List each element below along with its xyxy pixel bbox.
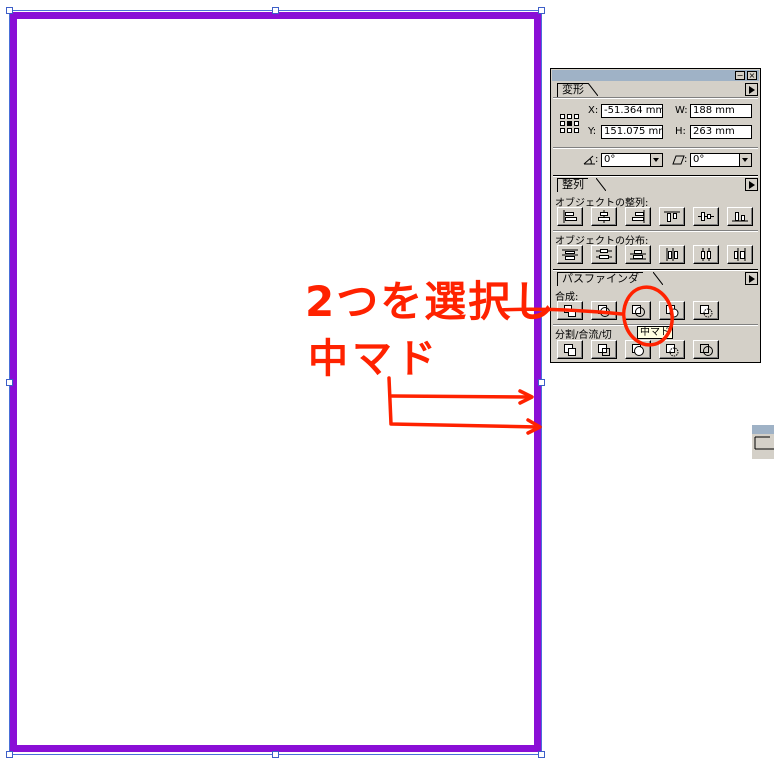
w-input[interactable]: 188 mm (690, 104, 752, 118)
palette-panel: − × 変形 X: -51.364 mm W: 188 mm Y: 151.07… (550, 68, 761, 363)
align-top-button[interactable] (659, 207, 685, 226)
reference-point-icon[interactable] (560, 114, 579, 133)
align-left-button[interactable] (557, 207, 583, 226)
pathfinder-menu-button[interactable] (745, 272, 758, 285)
exclude-button[interactable] (659, 301, 685, 320)
tab-align-label: 整列 (562, 178, 584, 191)
x-label: X: (588, 105, 599, 116)
y-input[interactable]: 151.075 mm (601, 125, 663, 139)
collapsed-panel-edge[interactable] (752, 425, 774, 459)
distribute-left-button[interactable] (659, 245, 685, 264)
resize-handle-top-right[interactable] (538, 7, 545, 14)
minus-back-icon (700, 305, 713, 318)
distribute-right-icon (734, 248, 746, 261)
align-menu-button[interactable] (745, 178, 758, 191)
align-vertical-center-icon (698, 212, 714, 221)
handwritten-instruction-line2: 中マド (308, 336, 440, 382)
rotate-select[interactable]: 0° (601, 153, 663, 167)
distribute-left-icon (666, 248, 678, 261)
minus-back-button[interactable] (693, 301, 719, 320)
chevron-down-icon[interactable] (650, 154, 662, 166)
h-label: H: (675, 126, 686, 137)
tab-edge-icon (588, 83, 598, 96)
distribute-bottom-icon (630, 250, 646, 260)
shear-value: 0° (693, 154, 705, 165)
distribute-horizontal-center-icon (701, 248, 711, 261)
resize-handle-bottom-center[interactable] (272, 751, 279, 758)
align-top-icon (664, 211, 680, 222)
divide-button[interactable] (557, 340, 583, 359)
distribute-bottom-button[interactable] (625, 245, 651, 264)
align-right-icon (632, 210, 645, 223)
merge-button[interactable] (625, 340, 651, 359)
crop-button[interactable] (659, 340, 685, 359)
align-right-button[interactable] (625, 207, 651, 226)
panel-titlebar[interactable]: − × (552, 70, 759, 81)
resize-handle-top-left[interactable] (6, 7, 13, 14)
minimize-button[interactable]: − (735, 71, 745, 80)
divide-merge-label: 分割/合流/切 (555, 330, 612, 341)
x-input[interactable]: -51.364 mm (601, 104, 663, 118)
resize-handle-middle-left[interactable] (6, 379, 13, 386)
intersect-button[interactable] (625, 301, 651, 320)
align-left-icon (563, 210, 577, 223)
resize-handle-top-center[interactable] (272, 7, 279, 14)
align-vertical-center-button[interactable] (693, 207, 719, 226)
unite-icon (564, 305, 576, 317)
tab-pathfinder[interactable]: パスファインダ (557, 272, 643, 286)
distribute-vertical-center-button[interactable] (591, 245, 617, 264)
distribute-right-button[interactable] (727, 245, 753, 264)
distribute-top-button[interactable] (557, 245, 583, 264)
align-horizontal-center-icon (598, 210, 610, 223)
trim-button[interactable] (591, 340, 617, 359)
resize-handle-bottom-left[interactable] (6, 751, 13, 758)
minus-front-button[interactable] (591, 301, 617, 320)
intersect-icon (632, 305, 645, 317)
crop-icon (666, 344, 679, 357)
chevron-down-icon[interactable] (739, 154, 751, 166)
distribute-vertical-center-icon (596, 249, 612, 259)
distribute-horizontal-center-button[interactable] (693, 245, 719, 264)
w-label: W: (675, 105, 688, 116)
close-button[interactable]: × (747, 71, 757, 80)
y-label: Y: (588, 126, 597, 137)
distribute-top-icon (562, 249, 578, 260)
tab-transform-label: 変形 (562, 83, 584, 96)
unite-button[interactable] (557, 301, 583, 320)
exclude-icon (666, 305, 679, 318)
shear-select[interactable]: 0° (690, 153, 752, 167)
merge-icon (632, 344, 644, 356)
tab-align[interactable]: 整列 (557, 178, 588, 192)
tab-edge-icon (653, 272, 663, 285)
align-bottom-button[interactable] (727, 207, 753, 226)
rotate-value: 0° (604, 154, 616, 165)
tooltip: 中マド (637, 326, 673, 339)
minus-front-icon (598, 305, 610, 317)
outline-icon (700, 344, 713, 356)
h-input[interactable]: 263 mm (690, 125, 752, 139)
document-canvas[interactable]: − × 変形 X: -51.364 mm W: 188 mm Y: 151.07… (0, 0, 774, 762)
tab-edge-icon (596, 178, 606, 191)
align-horizontal-center-button[interactable] (591, 207, 617, 226)
handwritten-instruction-line1: 2つを選択し (305, 277, 557, 326)
tab-pathfinder-label: パスファインダ (562, 272, 639, 285)
outline-button[interactable] (693, 340, 719, 359)
trim-icon (598, 344, 610, 356)
tab-transform[interactable]: 変形 (557, 83, 588, 97)
selection-bounding-box (9, 10, 542, 755)
transform-menu-button[interactable] (745, 83, 758, 96)
resize-handle-middle-right[interactable] (538, 379, 545, 386)
align-bottom-icon (732, 212, 748, 222)
resize-handle-bottom-right[interactable] (538, 751, 545, 758)
divide-icon (564, 344, 576, 356)
